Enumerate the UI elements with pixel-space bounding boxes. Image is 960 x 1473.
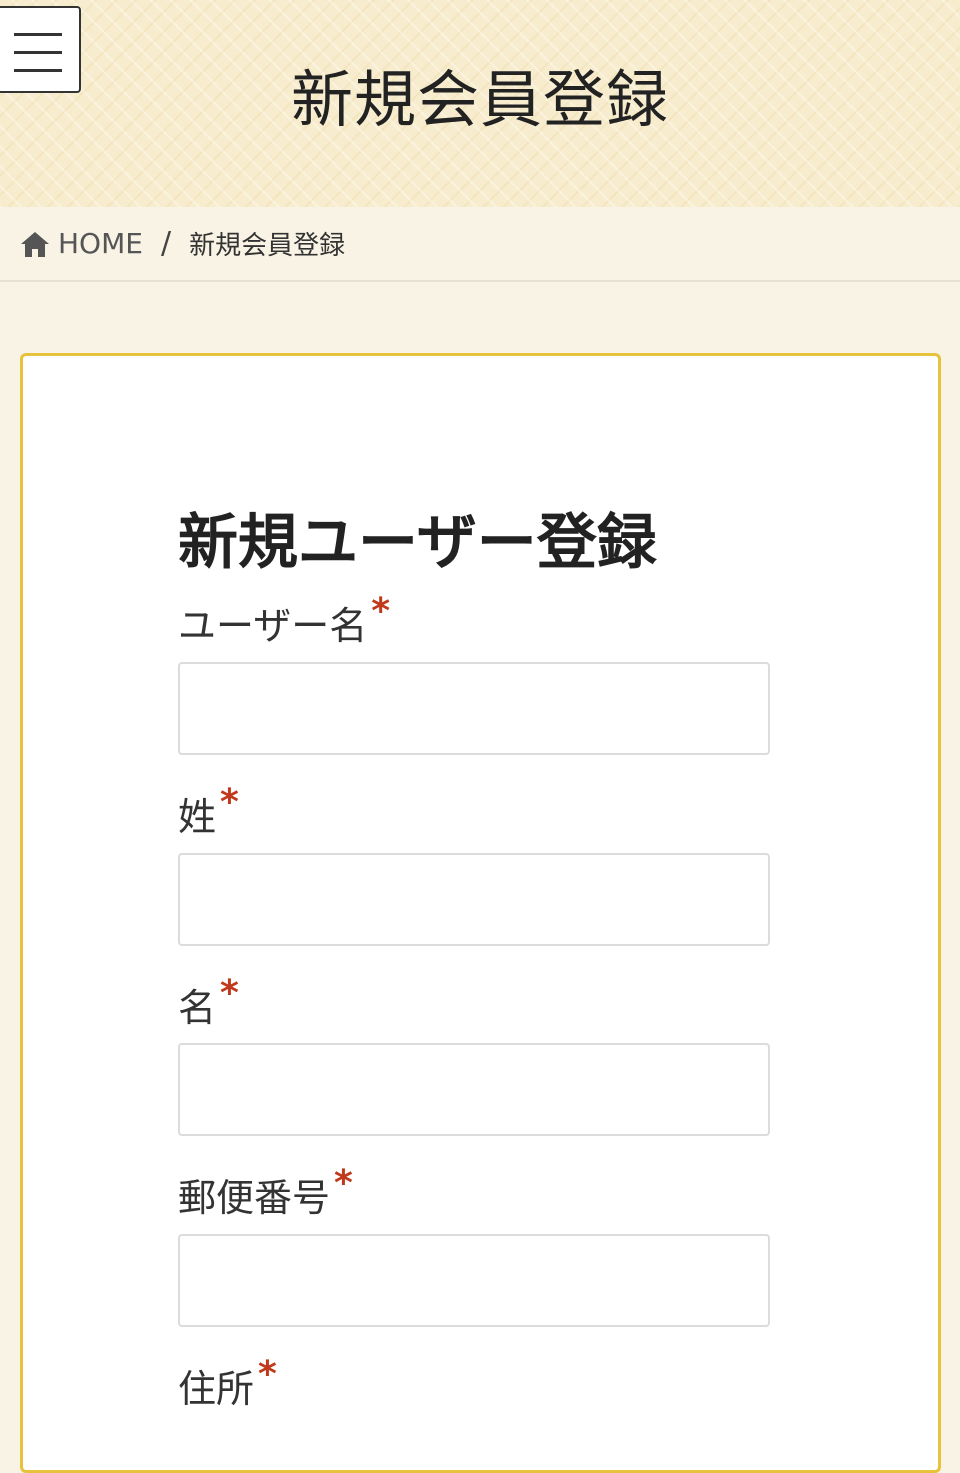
- first-name-input[interactable]: [178, 1043, 770, 1136]
- hamburger-menu-icon: [14, 33, 62, 36]
- postal-code-label: 郵便番号 *: [178, 1163, 353, 1223]
- home-icon: [21, 231, 49, 257]
- required-mark: *: [220, 782, 239, 823]
- last-name-label-text: 姓: [178, 795, 217, 839]
- username-label-text: ユーザー名: [178, 604, 368, 648]
- last-name-label: 姓 *: [178, 782, 239, 842]
- username-label: ユーザー名 *: [178, 591, 390, 651]
- address-label: 住所 *: [178, 1354, 277, 1414]
- required-mark: *: [220, 973, 239, 1014]
- postal-code-input[interactable]: [178, 1234, 770, 1327]
- breadcrumb-home-label: HOME: [58, 227, 143, 260]
- postal-code-label-text: 郵便番号: [178, 1176, 331, 1220]
- breadcrumb-separator: /: [160, 226, 172, 261]
- address-label-text: 住所: [178, 1367, 255, 1411]
- first-name-label-text: 名: [178, 986, 217, 1030]
- breadcrumb-current: 新規会員登録: [189, 231, 346, 261]
- hamburger-menu-icon-bar: [14, 51, 62, 54]
- required-mark: *: [371, 591, 391, 632]
- required-mark: *: [334, 1163, 353, 1204]
- breadcrumb: HOME / 新規会員登録: [0, 207, 960, 282]
- page-title: 新規会員登録: [290, 63, 669, 136]
- site-header: 新規会員登録: [0, 0, 960, 207]
- breadcrumb-home-link[interactable]: HOME: [20, 227, 143, 260]
- username-input[interactable]: [178, 662, 770, 755]
- form-title: 新規ユーザー登録: [178, 508, 657, 578]
- first-name-label: 名 *: [178, 973, 239, 1033]
- required-mark: *: [258, 1354, 277, 1395]
- last-name-input[interactable]: [178, 853, 770, 946]
